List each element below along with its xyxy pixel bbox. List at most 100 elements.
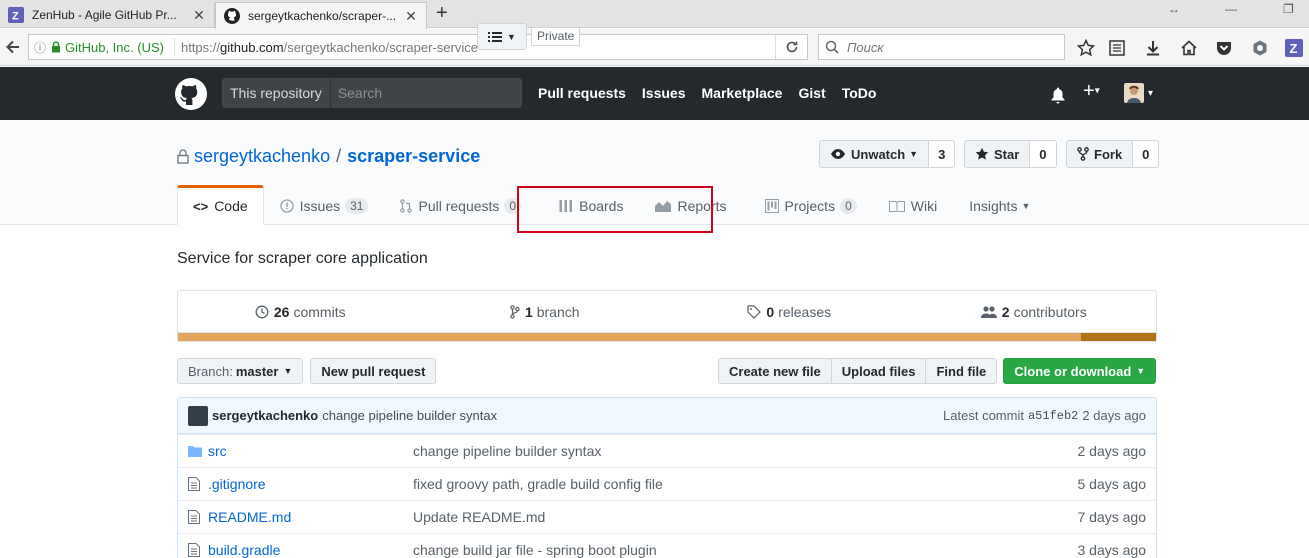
folder-icon — [178, 445, 208, 457]
zenhub-extension-icon[interactable]: Z — [1285, 39, 1303, 57]
table-row: src change pipeline builder syntax 2 day… — [178, 434, 1156, 467]
tab-issues[interactable]: Issues 31 — [264, 185, 385, 225]
repo-search-input[interactable]: Search — [331, 78, 382, 108]
commits-link[interactable]: 26 commits — [178, 304, 423, 320]
site-identity[interactable]: GitHub, Inc. (US) — [65, 40, 164, 55]
avatar[interactable] — [188, 405, 208, 426]
releases-link[interactable]: 0 releases — [667, 304, 912, 320]
branches-count: 1 — [524, 304, 533, 320]
new-pull-request-button[interactable]: New pull request — [310, 358, 437, 384]
boards-icon — [559, 199, 573, 213]
file-commit-message[interactable]: change build jar file - spring boot plug… — [413, 542, 1036, 558]
browser-tab-zenhub[interactable]: Z ZenHub - Agile GitHub Pr... ✕ — [0, 2, 215, 28]
fork-button[interactable]: Fork — [1066, 140, 1134, 168]
watch-group: Unwatch ▼ 3 — [819, 140, 956, 168]
book-icon — [888, 200, 905, 212]
lock-icon — [51, 41, 61, 53]
branches-link[interactable]: 1 branch — [423, 304, 668, 320]
nav-issues[interactable]: Issues — [642, 85, 686, 101]
pulls-counter: 0 — [504, 198, 522, 214]
create-new-file-button[interactable]: Create new file — [718, 358, 832, 384]
caret-down-icon: ▼ — [1136, 366, 1146, 376]
file-commit-message[interactable]: change pipeline builder syntax — [413, 443, 1036, 459]
file-commit-message[interactable]: fixed groovy path, gradle build config f… — [413, 476, 1036, 492]
reload-button[interactable] — [775, 35, 807, 59]
tab-wiki[interactable]: Wiki — [873, 185, 953, 225]
search-engine-icon[interactable] — [825, 40, 841, 54]
zenhub-menu-button[interactable]: ▼ — [477, 23, 527, 50]
browser-search-field[interactable]: Поиск — [818, 34, 1065, 60]
caret-down-icon: ▾ — [1094, 85, 1100, 97]
project-icon — [764, 199, 779, 213]
commit-sha[interactable]: a51feb2 — [1028, 409, 1078, 423]
clone-label: Clone or download — [1014, 363, 1132, 379]
url-bar[interactable]: ⓘ GitHub, Inc. (US) https:// github.com … — [28, 34, 808, 60]
nav-pull-requests[interactable]: Pull requests — [538, 85, 626, 101]
upload-files-button[interactable]: Upload files — [831, 358, 927, 384]
notification-bell-icon[interactable] — [1050, 86, 1066, 104]
file-name-link[interactable]: .gitignore — [208, 476, 413, 492]
clone-or-download-button[interactable]: Clone or download ▼ — [1003, 358, 1157, 384]
close-tab-icon[interactable]: ✕ — [404, 8, 418, 25]
github-logo-icon[interactable] — [175, 78, 207, 110]
star-button[interactable]: Star — [964, 140, 1031, 168]
github-global-nav: Pull requests Issues Marketplace Gist To… — [538, 85, 876, 101]
branch-select-button[interactable]: Branch: master ▼ — [177, 358, 304, 384]
download-icon[interactable] — [1144, 39, 1162, 57]
star-count[interactable]: 0 — [1030, 140, 1057, 168]
reading-list-icon[interactable] — [1108, 39, 1126, 57]
minimize-icon[interactable]: — — [1225, 2, 1237, 16]
watch-count[interactable]: 3 — [929, 140, 956, 168]
commit-message[interactable]: change pipeline builder syntax — [322, 408, 943, 423]
file-commit-message[interactable]: Update README.md — [413, 509, 1036, 525]
browser-navbar: ⓘ GitHub, Inc. (US) https:// github.com … — [0, 29, 1309, 66]
new-tab-button[interactable]: + — [436, 3, 448, 23]
url-host: github.com — [220, 39, 284, 55]
tab-reports[interactable]: Reports — [639, 185, 742, 225]
fork-count[interactable]: 0 — [1133, 140, 1160, 168]
projects-counter: 0 — [840, 198, 857, 214]
code-icon: <> — [193, 198, 209, 214]
browser-tab-strip: Z ZenHub - Agile GitHub Pr... ✕ sergeytk… — [0, 0, 1309, 29]
bookmark-star-icon[interactable] — [1077, 39, 1095, 57]
browser-tab-github[interactable]: sergeytkachenko/scraper-... ✕ — [215, 2, 427, 29]
latest-commit-bar: sergeytkachenko change pipeline builder … — [178, 398, 1156, 434]
unwatch-button[interactable]: Unwatch ▼ — [819, 140, 930, 168]
fork-group: Fork 0 — [1066, 140, 1160, 168]
caret-down-icon: ▼ — [1021, 201, 1031, 211]
repo-search[interactable]: This repository Search — [222, 78, 522, 108]
github-header: This repository Search Pull requests Iss… — [0, 67, 1309, 120]
user-menu[interactable]: ▾ — [1124, 83, 1153, 103]
file-name-link[interactable]: README.md — [208, 509, 413, 525]
nav-marketplace[interactable]: Marketplace — [702, 85, 783, 101]
nav-gist[interactable]: Gist — [798, 85, 825, 101]
tab-projects[interactable]: Projects 0 — [749, 185, 873, 225]
resize-icon[interactable]: ↔ — [1168, 2, 1180, 16]
repo-name-link[interactable]: scraper-service — [347, 146, 480, 167]
back-button[interactable] — [3, 37, 23, 57]
tab-code[interactable]: <> Code — [177, 185, 264, 225]
restore-icon[interactable]: ❐ — [1283, 2, 1294, 16]
private-badge: Private — [531, 27, 581, 46]
contributors-count: 2 — [1001, 304, 1010, 320]
info-icon[interactable]: ⓘ — [29, 39, 51, 56]
file-name-link[interactable]: build.gradle — [208, 542, 413, 558]
contributors-link[interactable]: 2 contributors — [912, 304, 1157, 320]
extension-hex-icon[interactable] — [1251, 39, 1269, 57]
branch-bar: Branch: master ▼ New pull request — [177, 358, 437, 384]
find-file-button[interactable]: Find file — [926, 358, 998, 384]
commits-label: commits — [293, 304, 346, 320]
tab-insights[interactable]: Insights ▼ — [953, 185, 1046, 225]
create-new-dropdown[interactable]: +▾ — [1083, 81, 1100, 102]
language-bar[interactable] — [178, 332, 1156, 341]
pocket-icon[interactable] — [1215, 39, 1233, 57]
nav-todo[interactable]: ToDo — [842, 85, 877, 101]
home-icon[interactable] — [1180, 39, 1198, 57]
repo-owner-link[interactable]: sergeytkachenko — [194, 146, 330, 167]
commit-author[interactable]: sergeytkachenko — [212, 408, 318, 423]
file-name-link[interactable]: src — [208, 443, 413, 459]
tab-pull-requests[interactable]: Pull requests 0 — [384, 185, 537, 225]
fork-icon — [1077, 147, 1089, 161]
tab-boards[interactable]: Boards — [543, 185, 639, 225]
close-tab-icon[interactable]: ✕ — [192, 7, 206, 24]
